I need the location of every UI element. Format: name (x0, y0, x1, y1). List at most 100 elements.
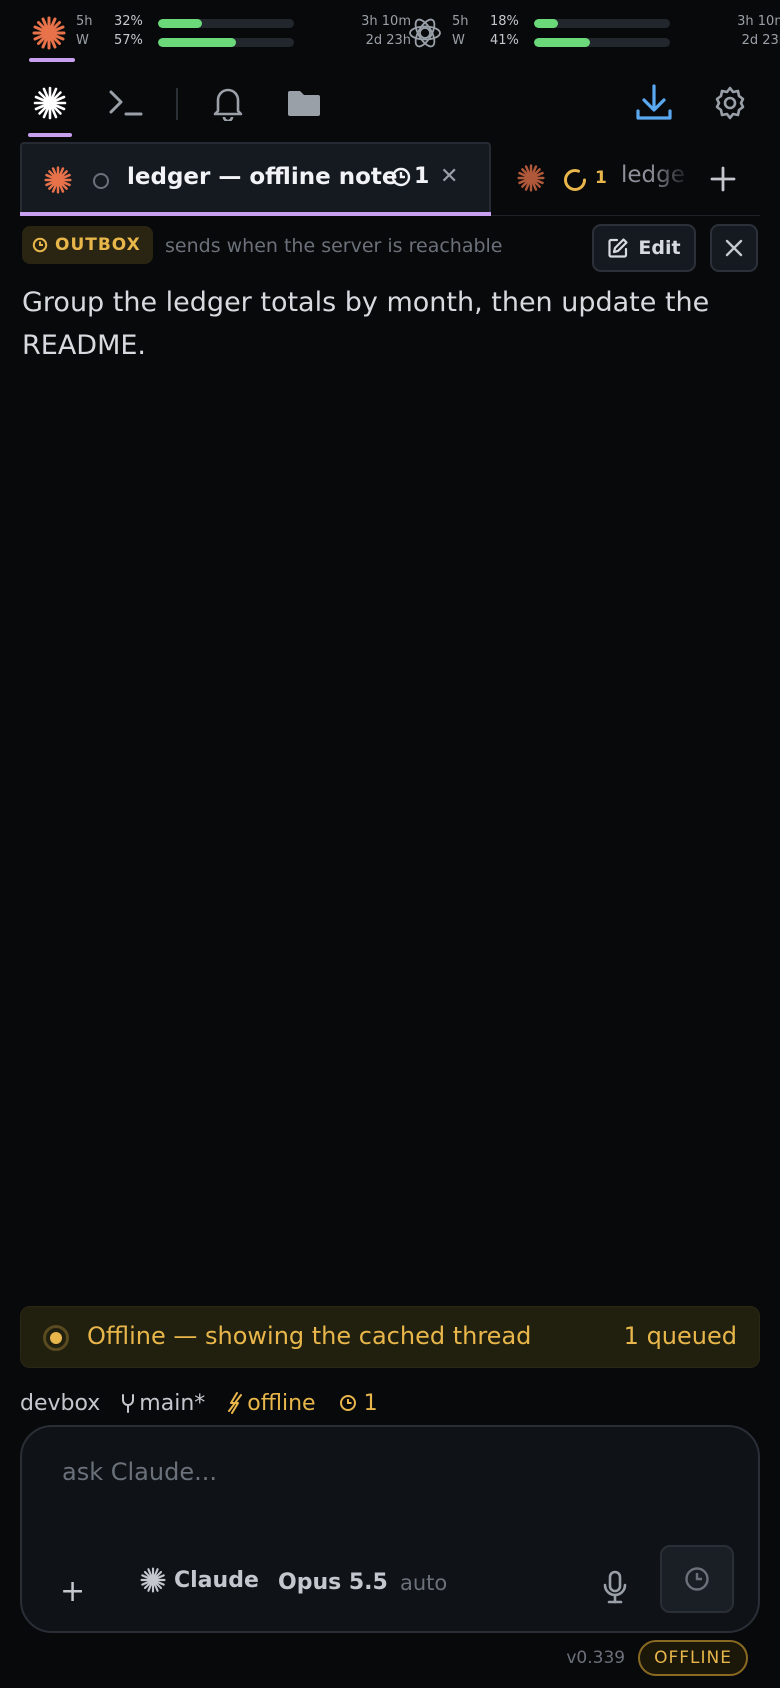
sessions-starburst-icon (33, 86, 67, 120)
branch-icon (122, 1394, 135, 1413)
queue-count: 1 (363, 1390, 378, 1416)
usage-reset: 2d 23h (365, 33, 411, 48)
usage-reset: 2d 23h (741, 33, 780, 48)
gear-icon (712, 85, 748, 121)
usage-bar-fill (158, 38, 236, 47)
outbox-row: OUTBOX sends when the server is reachabl… (20, 224, 760, 274)
usage-period: 5h (452, 14, 469, 29)
usage-percent: 41% (490, 33, 519, 48)
usage-period: 5h (76, 14, 93, 29)
new-tab-button[interactable] (700, 156, 746, 202)
tab-ledger[interactable]: 1 ledger (491, 142, 687, 216)
agent-selector[interactable]: Claude (140, 1567, 259, 1593)
notifications-button[interactable] (203, 78, 253, 128)
session-tab-bar: ledger — offline note 1 ✕ 1 ledger (20, 142, 760, 216)
queued-message: Group the ledger totals by month, then u… (22, 287, 710, 361)
outbox-hint: sends when the server is reachable (165, 235, 503, 257)
download-icon (633, 82, 675, 124)
usage-claude-active-underline (29, 58, 75, 62)
usage-bar-fill (534, 38, 590, 47)
branch-name: main* (139, 1390, 206, 1416)
usage-bar (158, 38, 294, 47)
tab-queued-count: 1 (391, 164, 429, 189)
bell-icon (211, 85, 245, 121)
tab-ledger-offline-note[interactable]: ledger — offline note 1 ✕ (20, 142, 491, 216)
running-spinner-icon (563, 168, 587, 192)
claude-starburst-icon (32, 16, 66, 50)
queue-status[interactable]: 1 (339, 1391, 378, 1416)
edit-label: Edit (638, 237, 681, 259)
prompt-input[interactable] (62, 1452, 702, 1492)
tab-count: 1 (595, 168, 607, 188)
edit-button[interactable]: Edit (592, 224, 696, 272)
terminal-button[interactable] (101, 78, 151, 128)
edit-icon (608, 238, 629, 258)
download-button[interactable] (629, 78, 679, 128)
clock-icon (391, 167, 411, 186)
usage-period: W (76, 33, 89, 48)
folder-icon (286, 88, 322, 118)
usage-bar (534, 19, 670, 28)
branch-label[interactable]: main* (121, 1391, 205, 1416)
offline-banner: Offline — showing the cached thread 1 qu… (20, 1306, 760, 1368)
offline-indicator-icon (43, 1325, 69, 1351)
footer: v0.339 OFFLINE (566, 1640, 748, 1676)
connection-status[interactable]: offline (228, 1390, 316, 1416)
mode-selector[interactable]: auto (400, 1571, 447, 1595)
settings-button[interactable] (705, 78, 755, 128)
connection-text: offline (247, 1390, 316, 1416)
idle-status-icon (93, 173, 109, 189)
terminal-icon (108, 88, 144, 118)
clock-icon (685, 1567, 709, 1591)
usage-percent: 18% (490, 14, 519, 29)
clock-icon (32, 237, 48, 253)
usage-strip: 5h 32% 3h 10m W 57% 2d 23h 5h 18% 3h 10m (0, 0, 780, 66)
bolt-off-icon (228, 1392, 243, 1414)
composer: + Claude Opus 5.5 auto (20, 1425, 760, 1633)
model-selector[interactable]: Opus 5.5 (278, 1570, 388, 1595)
files-button[interactable] (279, 78, 329, 128)
usage-claude[interactable]: 5h 32% 3h 10m W 57% 2d 23h (29, 14, 411, 62)
usage-row-week: W 57% 2d 23h (76, 33, 411, 51)
dismiss-button[interactable] (710, 224, 758, 272)
usage-reset: 3h 10m (361, 14, 411, 29)
openai-knot-icon (408, 16, 442, 50)
tab-queued-value: 1 (414, 164, 430, 189)
outbox-label: OUTBOX (55, 235, 141, 255)
tab-title: ledger — offline note (127, 164, 398, 190)
agent-name: Claude (174, 1567, 259, 1593)
app-version: v0.339 (566, 1648, 626, 1668)
usage-period: W (452, 33, 465, 48)
claude-starburst-icon (517, 164, 545, 192)
usage-bar-fill (158, 19, 202, 28)
tab-active-underline (20, 212, 491, 216)
queued-count: 1 queued (623, 1322, 737, 1350)
close-icon (725, 239, 743, 257)
usage-reset: 3h 10m (737, 14, 780, 29)
usage-percent: 57% (114, 33, 143, 48)
usage-row-week: W 41% 2d 23h (452, 33, 780, 51)
usage-bar-fill (534, 19, 559, 28)
attach-button[interactable]: + (60, 1577, 85, 1607)
usage-openai[interactable]: 5h 18% 3h 10m W 41% 2d 23h (408, 14, 780, 50)
usage-bar (534, 38, 670, 47)
microphone-button[interactable] (590, 1562, 640, 1612)
claude-starburst-icon (140, 1567, 166, 1593)
offline-banner-text: Offline — showing the cached thread (87, 1322, 532, 1350)
microphone-icon (603, 1570, 627, 1604)
sessions-button[interactable] (25, 78, 75, 128)
usage-row-5h: 5h 32% 3h 10m (76, 14, 411, 32)
usage-percent: 32% (114, 14, 143, 29)
outbox-badge: OUTBOX (22, 226, 153, 264)
host-label[interactable]: devbox (20, 1391, 100, 1416)
toolbar-divider (176, 88, 178, 120)
usage-row-5h: 5h 18% 3h 10m (452, 14, 780, 32)
claude-starburst-icon (44, 166, 72, 194)
usage-bar (158, 19, 294, 28)
tab-title: ledger (621, 162, 687, 188)
tab-close-button[interactable]: ✕ (440, 164, 458, 189)
top-toolbar (0, 70, 780, 138)
clock-icon (339, 1395, 356, 1411)
connection-status-pill: OFFLINE (638, 1640, 748, 1676)
queue-send-button[interactable] (660, 1545, 734, 1613)
